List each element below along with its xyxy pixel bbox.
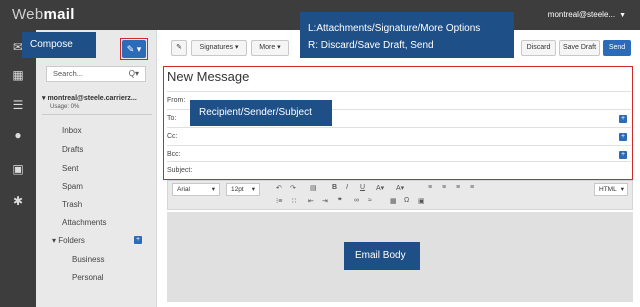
underline-icon[interactable]: U bbox=[360, 184, 365, 191]
search-icon: Q▾ bbox=[128, 69, 139, 78]
account-menu[interactable]: montreal@steele... ▼ bbox=[548, 10, 626, 19]
paste-icon[interactable]: ▤ bbox=[310, 184, 317, 192]
more-options-button[interactable]: More ▾ bbox=[251, 40, 289, 56]
annotation-toolbar: L:Attachments/Signature/More Options R: … bbox=[300, 12, 514, 58]
chevron-down-icon: ▾ bbox=[620, 186, 624, 193]
outdent-icon[interactable]: ⇤ bbox=[308, 197, 314, 205]
send-button[interactable]: Send bbox=[603, 40, 631, 56]
text-color-icon[interactable]: A▾ bbox=[376, 184, 384, 192]
attachment-button[interactable]: ✎ bbox=[171, 40, 187, 56]
folder-attachments[interactable]: Attachments bbox=[62, 218, 106, 227]
settings-gear-icon[interactable]: ✱ bbox=[11, 194, 25, 208]
app-rail: ✉ ▦ ☰ ● ▣ ✱ bbox=[0, 30, 36, 307]
cc-field[interactable]: Cc: + bbox=[167, 127, 631, 145]
undo-icon[interactable]: ↶ bbox=[276, 184, 282, 192]
highlight-color-icon[interactable]: A▾ bbox=[396, 184, 404, 192]
folder-inbox[interactable]: Inbox bbox=[62, 126, 82, 135]
plus-icon: + bbox=[135, 236, 141, 243]
list-icon[interactable]: ☰ bbox=[11, 98, 25, 112]
calendar-icon[interactable]: ▦ bbox=[11, 68, 25, 82]
usage-text: Usage: 0% bbox=[50, 104, 80, 110]
annotation-recipients: Recipient/Sender/Subject bbox=[190, 100, 332, 126]
font-family-select[interactable]: Arial ▾ bbox=[172, 183, 220, 196]
annotation-email-body: Email Body bbox=[344, 242, 420, 270]
webmail-logo: Webmail bbox=[12, 6, 75, 23]
chevron-down-icon: ▾ bbox=[211, 186, 215, 193]
image-icon[interactable]: ▣ bbox=[418, 197, 425, 205]
align-center-icon[interactable]: ≡ bbox=[442, 184, 446, 191]
add-cc-recipient-icon[interactable]: + bbox=[619, 133, 627, 141]
page-title: New Message bbox=[167, 69, 250, 84]
numbered-list-icon[interactable]: ⁝≡ bbox=[276, 197, 282, 205]
link-icon[interactable]: ∞ bbox=[354, 197, 359, 204]
editor-toolbar: Arial ▾ 12pt ▾ ↶ ↷ ▤ B I U A▾ A▾ ≡ ≡ ≡ ≡ H… bbox=[167, 180, 633, 210]
divider bbox=[42, 114, 152, 115]
signatures-button[interactable]: Signatures ▾ bbox=[191, 40, 247, 56]
folder-spam[interactable]: Spam bbox=[62, 182, 83, 191]
unlink-icon[interactable]: ≈ bbox=[368, 197, 372, 204]
format-select[interactable]: HTML ▾ bbox=[594, 183, 628, 196]
folder-panel: ✎ ▾ Search... Q▾ ▾ montreal@steele.carrie… bbox=[36, 30, 157, 307]
search-input[interactable]: Search... Q▾ bbox=[46, 66, 146, 82]
add-bcc-recipient-icon[interactable]: + bbox=[619, 151, 627, 159]
folder-personal[interactable]: Personal bbox=[72, 273, 104, 282]
paperclip-icon: ✎ bbox=[176, 44, 182, 51]
annotation-compose: Compose bbox=[22, 32, 96, 58]
indent-icon[interactable]: ⇥ bbox=[322, 197, 328, 205]
italic-icon[interactable]: I bbox=[346, 184, 348, 191]
add-folder-button[interactable]: + bbox=[134, 236, 142, 244]
compose-highlight-box bbox=[120, 38, 148, 60]
chevron-down-icon: ▾ bbox=[251, 186, 255, 193]
briefcase-icon[interactable]: ▣ bbox=[11, 162, 25, 176]
bullet-list-icon[interactable]: ∷ bbox=[292, 197, 296, 205]
font-size-select[interactable]: 12pt ▾ bbox=[226, 183, 260, 196]
chevron-down-icon: ▼ bbox=[619, 12, 626, 19]
quote-icon[interactable]: ❞ bbox=[338, 197, 342, 205]
folder-group-folders[interactable]: ▾ Folders bbox=[52, 236, 85, 245]
redo-icon[interactable]: ↷ bbox=[290, 184, 296, 192]
bold-icon[interactable]: B bbox=[332, 184, 337, 191]
account-folder[interactable]: ▾ montreal@steele.carrierz... bbox=[42, 94, 137, 102]
contacts-icon[interactable]: ● bbox=[11, 128, 25, 142]
align-right-icon[interactable]: ≡ bbox=[456, 184, 460, 191]
justify-icon[interactable]: ≡ bbox=[470, 184, 474, 191]
subject-field[interactable]: Subject: bbox=[167, 161, 631, 179]
folder-drafts[interactable]: Drafts bbox=[62, 145, 83, 154]
folder-trash[interactable]: Trash bbox=[62, 200, 82, 209]
align-left-icon[interactable]: ≡ bbox=[428, 184, 432, 191]
folder-business[interactable]: Business bbox=[72, 255, 104, 264]
special-char-icon[interactable]: Ω bbox=[404, 197, 409, 204]
discard-button[interactable]: Discard bbox=[521, 40, 556, 56]
folder-sent[interactable]: Sent bbox=[62, 164, 78, 173]
add-to-recipient-icon[interactable]: + bbox=[619, 115, 627, 123]
table-icon[interactable]: ▦ bbox=[390, 197, 397, 205]
save-draft-button[interactable]: Save Draft bbox=[559, 40, 600, 56]
